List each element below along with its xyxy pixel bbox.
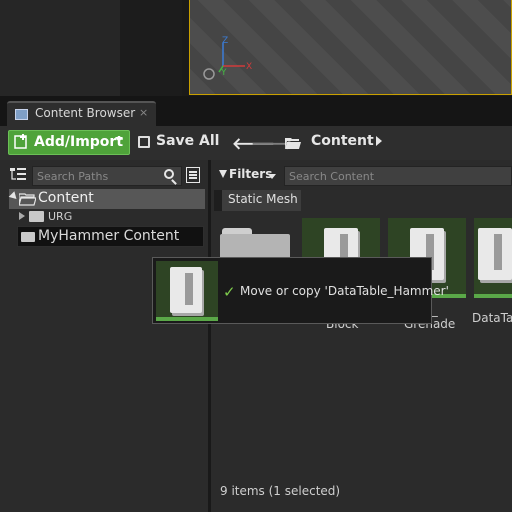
- axis-y-label: Y: [220, 68, 227, 78]
- asset-type-bar: [474, 294, 512, 298]
- data-table-icon: [478, 228, 512, 280]
- filters-button[interactable]: Filters: [216, 166, 280, 186]
- filter-chip-static-mesh[interactable]: Static Mesh: [214, 190, 301, 211]
- drag-drop-tooltip: ✓ Move or copy 'DataTable_Hammer': [152, 257, 449, 324]
- asset-view: [211, 160, 512, 512]
- search-paths-field[interactable]: [32, 166, 182, 186]
- chevron-down-icon: [115, 137, 123, 142]
- tab-content-browser[interactable]: Content Browser ×: [7, 101, 156, 126]
- drag-thumbnail: [156, 261, 218, 321]
- asset-tile-datatable[interactable]: [474, 218, 512, 298]
- tree-item-urg[interactable]: URG: [19, 210, 199, 225]
- folder-icon: [21, 232, 35, 242]
- data-table-icon: [170, 267, 202, 313]
- add-import-button[interactable]: Add/Import: [8, 130, 130, 155]
- axis-gizmo-icon: Z X Y: [203, 36, 252, 80]
- drag-drop-message: Move or copy 'DataTable_Hammer': [240, 284, 449, 298]
- asset-thumbnail: [474, 218, 512, 294]
- checkmark-icon: ✓: [223, 283, 236, 301]
- search-icon[interactable]: [164, 169, 174, 179]
- chevron-down-icon: [268, 174, 276, 179]
- expand-caret-icon[interactable]: [8, 191, 20, 202]
- add-import-label: Add/Import: [34, 134, 124, 150]
- search-content-field[interactable]: [284, 166, 512, 186]
- filter-chip-label: Static Mesh: [228, 192, 298, 206]
- tree-item-label: Content: [38, 190, 94, 206]
- tree-item-label: URG: [48, 210, 73, 223]
- breadcrumb-arrow-icon[interactable]: [376, 136, 382, 146]
- axis-z-label: Z: [222, 36, 228, 46]
- filter-icon: [219, 170, 227, 178]
- status-item-count: 9 items (1 selected): [220, 484, 341, 498]
- search-content-input[interactable]: [289, 168, 504, 184]
- save-all-label: Save All: [156, 133, 220, 149]
- save-all-button[interactable]: Save All: [136, 130, 220, 155]
- content-browser-icon: [15, 109, 28, 120]
- asset-type-bar: [156, 317, 218, 321]
- sources-toggle-icon[interactable]: [10, 167, 26, 183]
- expand-caret-icon[interactable]: [19, 212, 25, 220]
- save-icon: [138, 136, 150, 148]
- search-paths-input[interactable]: [37, 168, 157, 184]
- editor-side-panel: [0, 0, 120, 96]
- tree-item-myhammer-content[interactable]: MyHammer Content: [17, 226, 204, 247]
- tree-item-label: MyHammer Content: [38, 228, 180, 244]
- editor-panel-strip: [120, 0, 182, 96]
- folder-icon: [29, 211, 44, 222]
- view-options-icon[interactable]: [186, 167, 200, 183]
- tree-item-content[interactable]: Content: [8, 189, 205, 209]
- tab-label: Content Browser: [35, 106, 136, 120]
- folder-open-icon: [19, 193, 36, 206]
- breadcrumb-content[interactable]: Content: [311, 133, 374, 149]
- close-icon[interactable]: ×: [139, 106, 148, 119]
- add-icon: [14, 133, 30, 149]
- filters-label: Filters: [229, 167, 273, 181]
- folder-open-icon: [285, 138, 301, 149]
- asset-label: DataTa: [472, 311, 512, 325]
- axis-x-label: X: [246, 62, 252, 72]
